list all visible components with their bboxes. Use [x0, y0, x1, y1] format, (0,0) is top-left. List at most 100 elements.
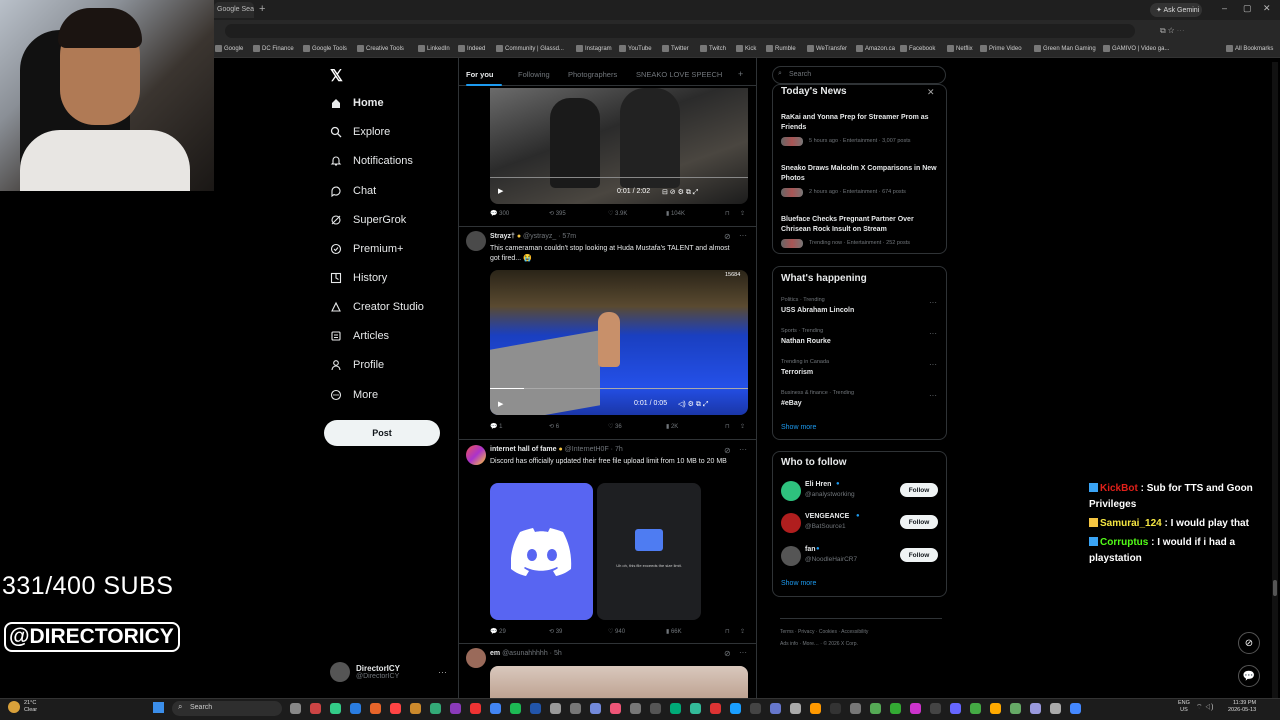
tab-for-you[interactable]: For you	[466, 70, 494, 79]
bookmark-item[interactable]: Indeed	[458, 45, 485, 52]
footer-links[interactable]: Terms · Privacy · Cookies · Accessibilit…	[780, 629, 868, 635]
like-count[interactable]: ♡ 3.9K	[608, 210, 627, 217]
sidebar-item-premium[interactable]: Premium+	[330, 243, 403, 255]
avatar[interactable]	[466, 445, 486, 465]
taskbar-app-icon[interactable]	[790, 703, 801, 714]
tab-following[interactable]: Following	[518, 70, 550, 79]
avatar[interactable]	[781, 546, 801, 566]
x-logo-icon[interactable]: 𝕏	[330, 66, 343, 86]
trend-more-icon[interactable]: ···	[929, 298, 937, 307]
taskbar-app-icon[interactable]	[430, 703, 441, 714]
close-icon[interactable]: ✕	[927, 87, 935, 98]
bookmark-icon[interactable]: ⊓	[725, 423, 730, 430]
footer-links[interactable]: Ads info · More… · © 2026 X Corp.	[780, 641, 858, 647]
scrollbar-thumb[interactable]	[1273, 580, 1277, 596]
post-author[interactable]: em @asunahhhhh · 5h	[490, 650, 562, 657]
repost-count[interactable]: ⟲ 6	[549, 423, 559, 430]
post-more-icon[interactable]: ···	[739, 445, 747, 454]
trend-more-icon[interactable]: ···	[929, 391, 937, 400]
post-more-icon[interactable]: ···	[739, 648, 747, 657]
trend-name[interactable]: Terrorism	[781, 369, 813, 376]
repost-count[interactable]: ⟲ 39	[549, 628, 562, 635]
sidebar-item-more[interactable]: More	[330, 389, 378, 401]
system-tray-icons[interactable]: ⌔ ◁)	[1196, 703, 1213, 712]
video-controls-icon[interactable]: ⊟ ⊘ ⚙ ⧉ ⤢	[662, 188, 698, 197]
taskbar-app-icon[interactable]	[850, 703, 861, 714]
omnibox[interactable]	[225, 24, 1135, 38]
sidebar-item-creator-studio[interactable]: Creator Studio	[330, 301, 424, 313]
video-controls-icon[interactable]: ◁) ⚙ ⧉ ⤢	[678, 400, 708, 409]
video-progress[interactable]	[490, 388, 748, 389]
bookmark-item[interactable]: Prime Video	[980, 45, 1022, 52]
sidebar-item-notifications[interactable]: Notifications	[330, 155, 413, 167]
sidebar-item-supergrok[interactable]: SuperGrok	[330, 214, 406, 226]
taskbar-app-icon[interactable]	[910, 703, 921, 714]
show-more-link[interactable]: Show more	[781, 424, 816, 431]
avatar[interactable]	[781, 513, 801, 533]
search-input[interactable]: Search	[772, 66, 946, 84]
taskbar-app-icon[interactable]	[1010, 703, 1021, 714]
taskbar-app-icon[interactable]	[410, 703, 421, 714]
bookmark-item[interactable]: WeTransfer	[807, 45, 847, 52]
sidebar-item-chat[interactable]: Chat	[330, 185, 376, 197]
taskbar-app-icon[interactable]	[870, 703, 881, 714]
weather-widget[interactable]: 21°C Clear	[24, 700, 37, 714]
bookmark-item[interactable]: Rumble	[766, 45, 796, 52]
bookmark-item[interactable]: Amazon.ca	[856, 45, 895, 52]
post-button[interactable]: Post	[324, 420, 440, 446]
play-icon[interactable]: ▶	[498, 187, 503, 195]
taskbar-app-icon[interactable]	[290, 703, 301, 714]
avatar[interactable]	[781, 481, 801, 501]
bookmark-item[interactable]: DC Finance	[253, 45, 294, 52]
grok-icon[interactable]: ⊘	[724, 649, 731, 658]
clock[interactable]: 11:39 PM 2026-05-13	[1228, 700, 1256, 714]
follow-button[interactable]: Follow	[900, 515, 938, 529]
repost-count[interactable]: ⟲ 395	[549, 210, 566, 217]
play-icon[interactable]: ▶	[498, 400, 503, 408]
bookmark-item[interactable]: Creative Tools	[357, 45, 404, 52]
post-author[interactable]: Strayz† ● @ystrayz_ · 57m	[490, 233, 576, 240]
post-video[interactable]	[490, 88, 748, 204]
account-more-icon[interactable]: ···	[438, 667, 447, 677]
taskbar-app-icon[interactable]	[690, 703, 701, 714]
taskbar-search[interactable]: Search	[172, 701, 282, 716]
maximize-icon[interactable]: ▢	[1243, 3, 1252, 14]
new-tab-icon[interactable]: +	[259, 3, 265, 15]
taskbar-app-icon[interactable]	[650, 703, 661, 714]
bookmark-item[interactable]: LinkedIn	[418, 45, 450, 52]
bookmark-item[interactable]: Google	[215, 45, 243, 52]
taskbar-app-icon[interactable]	[970, 703, 981, 714]
taskbar-app-icon[interactable]	[630, 703, 641, 714]
sidebar-item-profile[interactable]: Profile	[330, 359, 384, 371]
sidebar-item-articles[interactable]: Articles	[330, 330, 389, 342]
bookmark-item[interactable]: Netflix	[947, 45, 973, 52]
avatar[interactable]	[466, 648, 486, 668]
bookmark-icon[interactable]: ⊓	[725, 210, 730, 217]
follow-button[interactable]: Follow	[900, 483, 938, 497]
bookmark-item[interactable]: Twitter	[662, 45, 689, 52]
news-headline[interactable]: Sneako Draws Malcolm X Comparisons in Ne…	[781, 164, 941, 184]
grok-float-icon[interactable]: ⊘	[1238, 632, 1260, 654]
taskbar-app-icon[interactable]	[990, 703, 1001, 714]
taskbar-app-icon[interactable]	[950, 703, 961, 714]
reply-count[interactable]: 💬 300	[490, 210, 509, 217]
taskbar-app-icon[interactable]	[750, 703, 761, 714]
tab-photographers[interactable]: Photographers	[568, 70, 617, 79]
trend-more-icon[interactable]: ···	[929, 329, 937, 338]
bookmark-item[interactable]: Twitch	[700, 45, 726, 52]
bookmark-icon[interactable]: ⊓	[725, 628, 730, 635]
ask-gemini-button[interactable]: ✦ Ask Gemini	[1150, 3, 1202, 17]
taskbar-app-icon[interactable]	[350, 703, 361, 714]
messages-float-icon[interactable]: 💬	[1238, 665, 1260, 687]
taskbar-app-icon[interactable]	[450, 703, 461, 714]
post-author[interactable]: internet hall of fame ● @InternetH0F · 7…	[490, 446, 623, 453]
close-window-icon[interactable]: ✕	[1263, 3, 1271, 14]
taskbar-app-icon[interactable]	[530, 703, 541, 714]
account-switcher[interactable]: DirectorICY @DirectorICY	[330, 662, 400, 682]
suggested-user-name[interactable]: VENGEANCE	[805, 513, 849, 520]
scrollbar[interactable]	[1272, 62, 1278, 698]
post-image[interactable]	[490, 483, 593, 620]
like-count[interactable]: ♡ 36	[608, 423, 622, 430]
language-indicator[interactable]: ENG US	[1178, 700, 1190, 714]
sidebar-item-explore[interactable]: Explore	[330, 126, 390, 138]
